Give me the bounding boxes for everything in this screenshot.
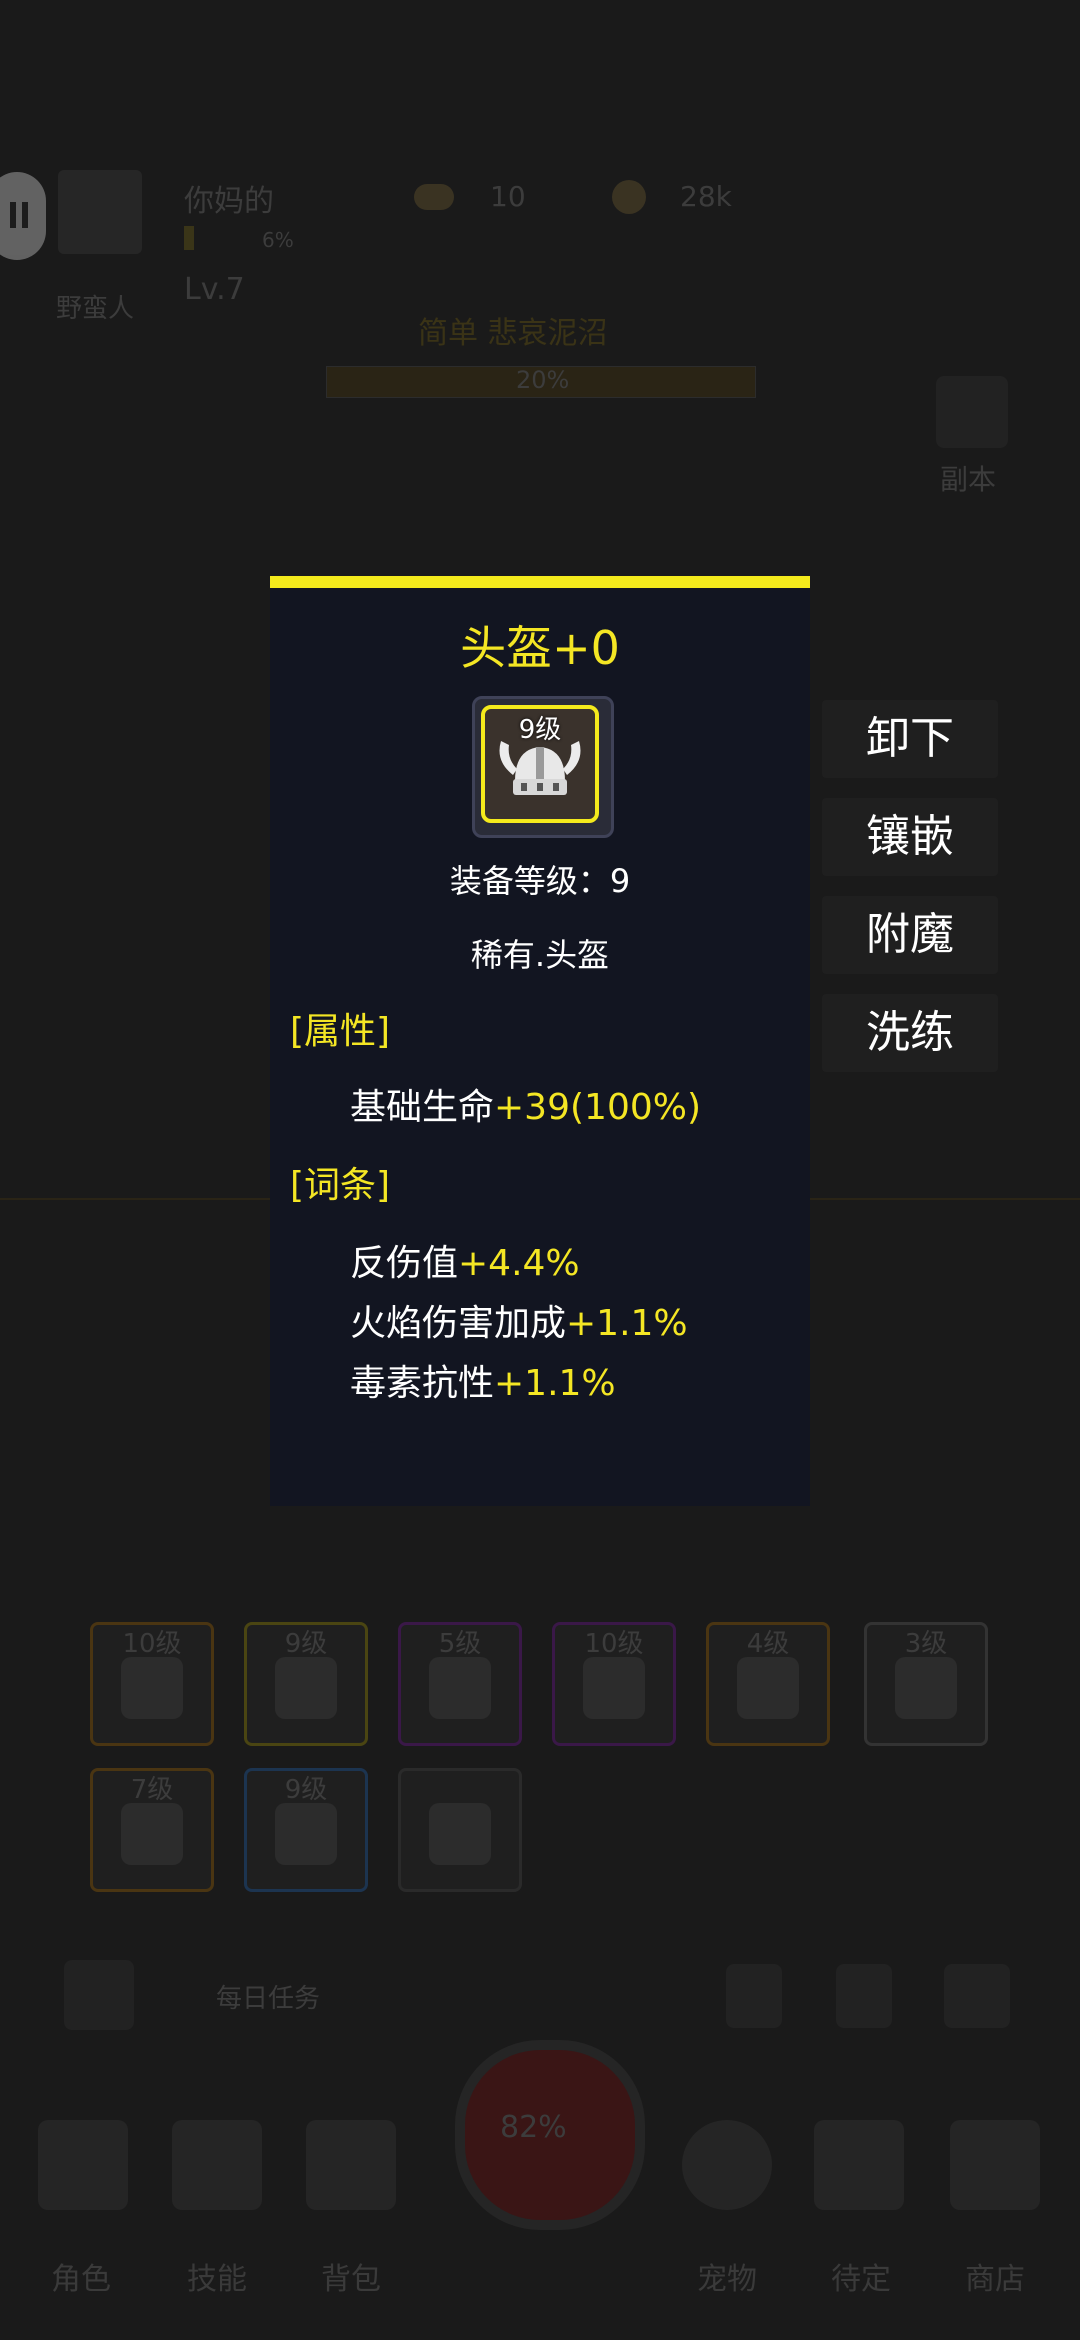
enchant-button[interactable]: 附魔 [822, 896, 998, 974]
pants-icon [583, 1657, 645, 1719]
book-icon[interactable] [726, 1964, 782, 2028]
skill-icon [172, 2120, 262, 2210]
inlay-button[interactable]: 镶嵌 [822, 798, 998, 876]
axe-icon[interactable] [936, 376, 1008, 448]
affix-value: +4.4% [458, 1243, 580, 1284]
orb-percent: 82% [500, 2110, 567, 2145]
ring-icon [121, 1803, 183, 1865]
equip-level-text: 装备等级：9 [449, 862, 631, 900]
affix-name: 火焰伤害加成 [350, 1303, 567, 1344]
exp-bar [184, 226, 194, 250]
empty-slot-icon [429, 1803, 491, 1865]
coin-count: 28k [680, 180, 732, 213]
equip-slot-empty[interactable] [398, 1768, 522, 1892]
nav-skills[interactable]: 技能 [162, 2254, 272, 2298]
player-class: 野蛮人 [56, 294, 135, 324]
affix-line: 反伤值+4.4% [350, 1234, 580, 1286]
pause-icon [10, 202, 16, 228]
pause-button[interactable] [0, 172, 46, 260]
equip-slot-boots[interactable]: 4级 [706, 1622, 830, 1746]
nav-pending[interactable]: 待定 [806, 2254, 916, 2298]
attributes-header: [属性] [290, 1011, 391, 1052]
equip-slot-ring-2[interactable]: 9级 [244, 1768, 368, 1892]
scroll-icon[interactable] [64, 1960, 134, 2030]
coin-icon [612, 180, 646, 214]
rarity-text: 稀有.头盔 [470, 936, 610, 974]
reforge-button[interactable]: 洗练 [822, 994, 998, 1072]
character-icon [38, 2120, 128, 2210]
affix-name: 反伤值 [350, 1243, 459, 1284]
avatar[interactable] [58, 170, 142, 254]
boots-icon [737, 1657, 799, 1719]
affix-value: +1.1% [494, 1363, 616, 1404]
equip-slot-helmet[interactable]: 9级 [244, 1622, 368, 1746]
gold-icon [414, 184, 454, 210]
attribute-name: 基础生命 [350, 1087, 495, 1128]
daily-task-label[interactable]: 每日任务 [216, 1978, 320, 2015]
unequip-button[interactable]: 卸下 [822, 700, 998, 778]
attribute-value: +39(100%) [494, 1087, 701, 1128]
shop-chest-icon [950, 2120, 1040, 2210]
affix-line: 毒素抗性+1.1% [350, 1354, 616, 1406]
ring-icon [275, 1803, 337, 1865]
player-level: Lv.7 [184, 272, 245, 307]
affix-line: 火焰伤害加成+1.1% [350, 1294, 688, 1346]
viking-helmet-icon [499, 741, 581, 795]
player-name: 你妈的 [184, 184, 274, 219]
attribute-line: 基础生命+39(100%) [350, 1078, 701, 1130]
viking-helmet-icon [275, 1657, 337, 1719]
equip-slot-armor[interactable]: 5级 [398, 1622, 522, 1746]
nav-character[interactable]: 角色 [26, 2254, 136, 2298]
nav-pet[interactable]: 宠物 [672, 2254, 782, 2298]
pet-egg-icon [682, 2120, 772, 2210]
stage-name: 简单 悲哀泥沼 [418, 316, 608, 351]
necklace-icon [895, 1657, 957, 1719]
dungeon-label[interactable]: 副本 [940, 458, 996, 498]
nav-shop[interactable]: 商店 [940, 2254, 1050, 2298]
exp-percent: 6% [262, 228, 294, 252]
gold-count: 10 [490, 180, 526, 213]
affix-value: +1.1% [566, 1303, 688, 1344]
affix-name: 毒素抗性 [350, 1363, 495, 1404]
equip-slot-weapon[interactable]: 10级 [90, 1622, 214, 1746]
stage-progress: 20% [516, 366, 570, 394]
affixes-header: [词条] [290, 1165, 391, 1206]
item-title: 头盔+0 [460, 621, 620, 675]
item-icon-frame: 9级 [472, 696, 614, 838]
modal-top-bar [270, 576, 810, 588]
axe-icon [121, 1657, 183, 1719]
bag-icon [306, 2120, 396, 2210]
equip-slot-necklace[interactable]: 3级 [864, 1622, 988, 1746]
equip-slot-ring-1[interactable]: 7级 [90, 1768, 214, 1892]
equip-slot-pants[interactable]: 10级 [552, 1622, 676, 1746]
giftbox-icon[interactable] [836, 1964, 892, 2028]
calendar-icon[interactable] [944, 1964, 1010, 2028]
nav-bag[interactable]: 背包 [296, 2254, 406, 2298]
armor-icon [429, 1657, 491, 1719]
chest-icon [814, 2120, 904, 2210]
